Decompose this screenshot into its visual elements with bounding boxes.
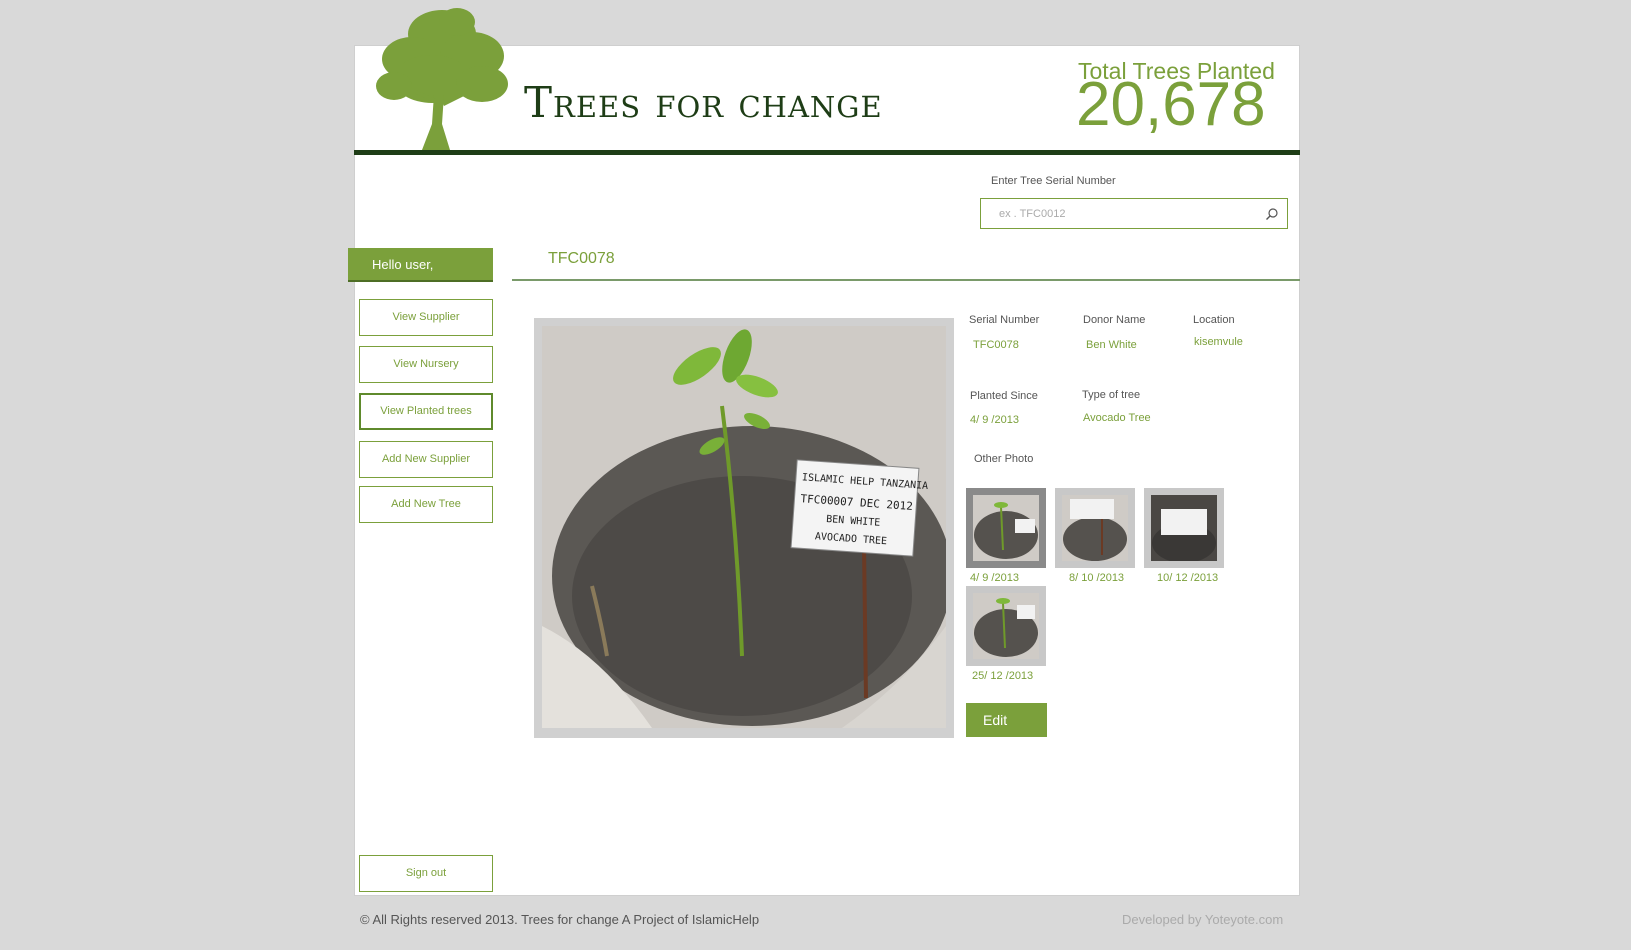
other-photo-thumb[interactable] — [1055, 488, 1135, 568]
tree-photo-image: ISLAMIC HELP TANZANIA TFC00007 DEC 2012 … — [542, 326, 946, 728]
other-photo-label: Other Photo — [974, 453, 1034, 465]
location-value: kisemvule — [1194, 336, 1243, 348]
donor-name-label: Donor Name — [1083, 314, 1146, 326]
planted-since-label: Planted Since — [970, 390, 1038, 402]
tree-logo-icon — [376, 8, 508, 150]
view-nursery-button[interactable]: View Nursery — [359, 346, 493, 383]
search-icon[interactable] — [1265, 207, 1279, 221]
thumb-image — [973, 495, 1039, 561]
view-supplier-button[interactable]: View Supplier — [359, 299, 493, 336]
add-new-supplier-button[interactable]: Add New Supplier — [359, 441, 493, 478]
other-photo-date: 8/ 10 /2013 — [1069, 572, 1125, 584]
record-title: TFC0078 — [548, 250, 615, 267]
other-photo-thumb[interactable] — [966, 488, 1046, 568]
add-new-tree-button[interactable]: Add New Tree — [359, 486, 493, 523]
other-photo-date: 4/ 9 /2013 — [970, 572, 1019, 584]
view-planted-trees-button[interactable]: View Planted trees — [359, 393, 493, 430]
brand-title: Trees for change — [524, 78, 883, 127]
thumb-image — [1062, 495, 1128, 561]
location-label: Location — [1193, 314, 1235, 326]
tree-type-value: Avocado Tree — [1083, 412, 1151, 424]
greeting-bar: Hello user, — [348, 248, 493, 282]
sign-out-button[interactable]: Sign out — [359, 855, 493, 892]
footer-developer-link[interactable]: Developed by Yoteyote.com — [1122, 912, 1283, 927]
other-photo-date: 10/ 12 /2013 — [1157, 572, 1219, 584]
serial-number-label: Serial Number — [969, 314, 1040, 326]
search-box — [980, 198, 1288, 229]
trees-counter-value: 20,678 — [1076, 70, 1266, 139]
search-label: Enter Tree Serial Number — [991, 175, 1116, 187]
donor-name-value: Ben White — [1086, 339, 1137, 351]
serial-number-value: TFC0078 — [973, 339, 1019, 351]
tree-type-label: Type of tree — [1082, 389, 1141, 401]
planted-since-value: 4/ 9 /2013 — [970, 414, 1019, 426]
thumb-image — [973, 593, 1039, 659]
footer-copyright: © All Rights reserved 2013. Trees for ch… — [360, 912, 760, 927]
edit-button[interactable]: Edit — [966, 703, 1047, 737]
thumb-image — [1151, 495, 1217, 561]
other-photo-date: 25/ 12 /2013 — [972, 670, 1034, 682]
serial-search-input[interactable] — [997, 204, 1261, 224]
other-photo-thumb[interactable] — [966, 586, 1046, 666]
other-photo-thumb[interactable] — [1144, 488, 1224, 568]
record-divider — [512, 279, 1300, 281]
main-tree-photo[interactable]: ISLAMIC HELP TANZANIA TFC00007 DEC 2012 … — [534, 318, 954, 738]
